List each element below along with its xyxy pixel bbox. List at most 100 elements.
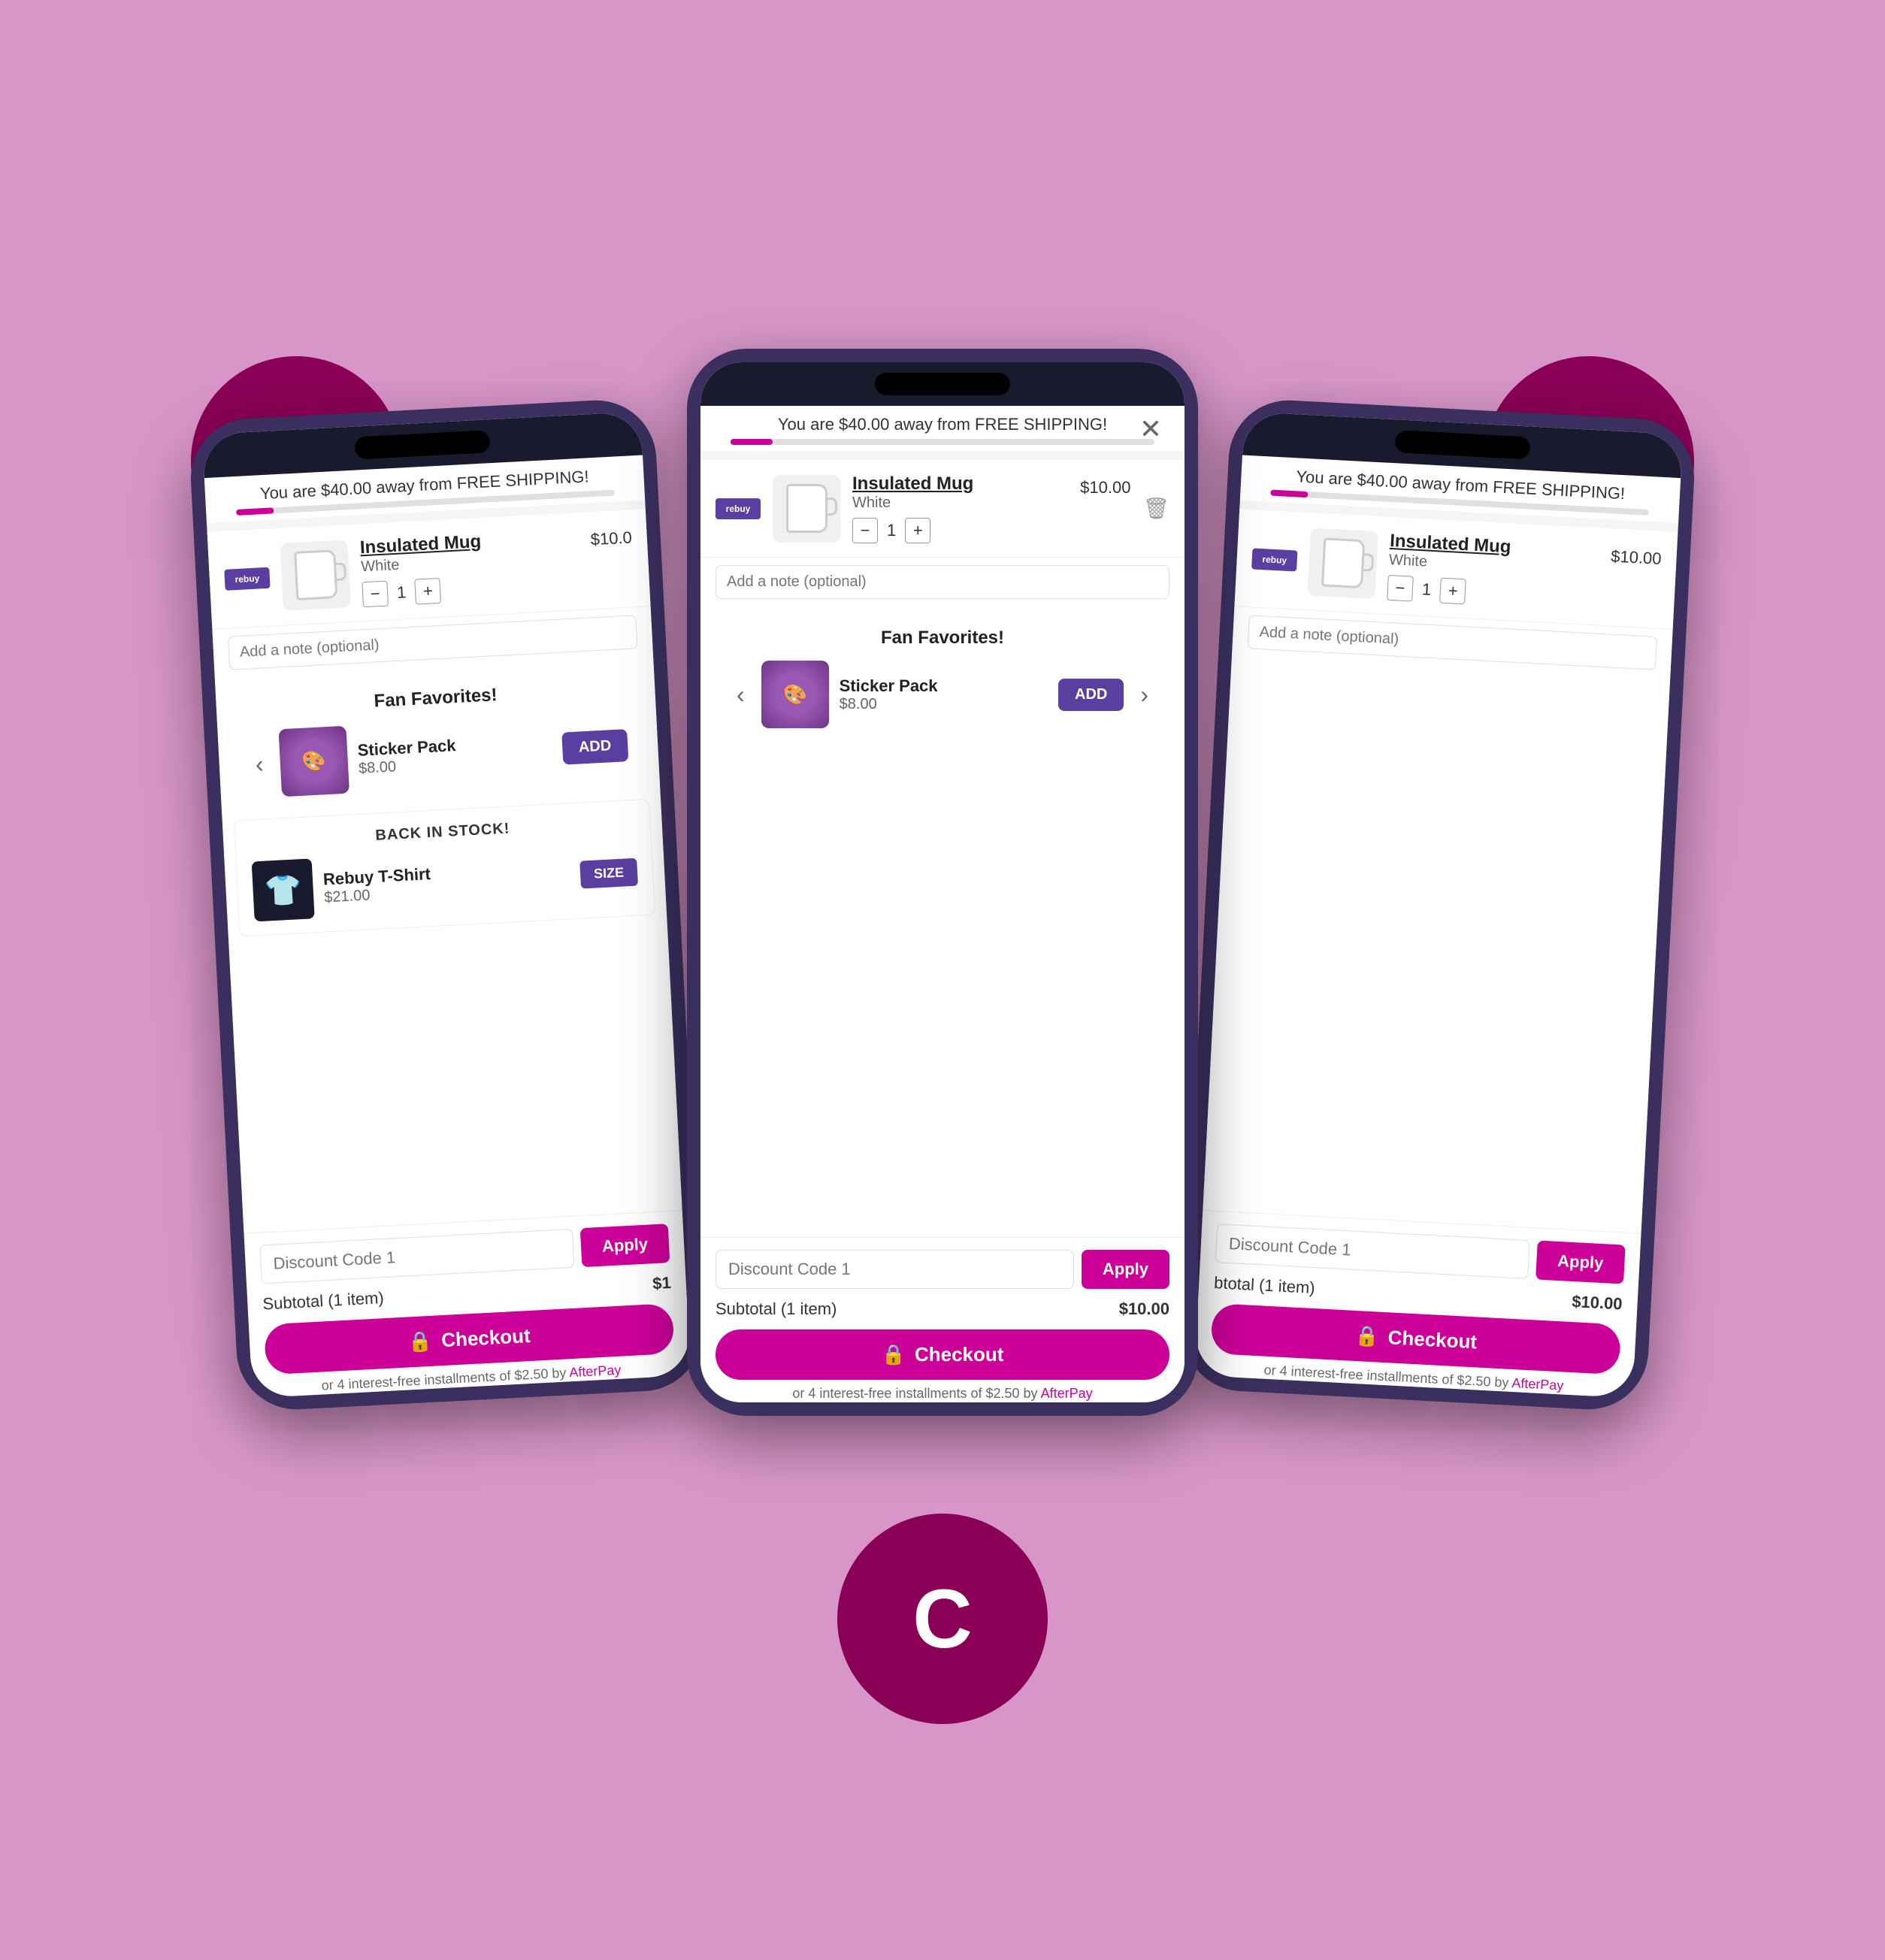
phone-a-apply-btn[interactable]: Apply — [580, 1223, 670, 1267]
phone-a-discount-row: Apply — [259, 1223, 670, 1284]
phone-a-subtotal-value: $1 — [652, 1273, 672, 1293]
phone-a: You are $40.00 away from FREE SHIPPING! … — [188, 398, 705, 1413]
phone-c-discount-input[interactable] — [716, 1250, 1074, 1289]
phone-a-tshirt-info: Rebuy T-Shirt $21.00 — [322, 857, 570, 906]
phone-b-product-info: Insulated Mug White − 1 + — [1387, 531, 1599, 611]
phone-c-close-btn[interactable]: ✕ — [1139, 413, 1162, 445]
phone-c-qty-plus[interactable]: + — [905, 518, 930, 543]
phone-a-tshirt-img: 👕 — [252, 858, 315, 921]
phone-b-screen: You are $40.00 away from FREE SHIPPING! … — [1194, 412, 1683, 1399]
phone-b-mug — [1321, 537, 1364, 588]
phone-c-qty-val: 1 — [887, 521, 896, 540]
phone-c-afterpay-link[interactable]: AfterPay — [1041, 1386, 1093, 1401]
phone-c-note-area — [700, 558, 1185, 606]
phone-c-add-btn[interactable]: ADD — [1058, 679, 1124, 711]
phone-c-product-img — [773, 475, 840, 543]
phone-c-fan-row: ‹ 🎨 Sticker Pack $8.00 ADD › — [716, 661, 1169, 728]
phone-a-prev-arrow[interactable]: ‹ — [249, 750, 271, 779]
phone-a-afterpay-link[interactable]: AfterPay — [569, 1363, 622, 1381]
phone-a-checkout-label: Checkout — [440, 1324, 531, 1352]
phone-b-apply-btn[interactable]: Apply — [1536, 1241, 1626, 1284]
phone-a-screen: You are $40.00 away from FREE SHIPPING! … — [202, 412, 691, 1399]
phone-b-subtotal-label: btotal (1 item) — [1214, 1273, 1316, 1298]
phone-b-qty-row: − 1 + — [1387, 575, 1597, 612]
phone-b-cart-bottom: Apply btotal (1 item) $10.00 🔒 Checkout … — [1194, 1210, 1641, 1398]
phone-c-checkout-label: Checkout — [915, 1343, 1003, 1366]
phone-a-cart-content: rebuy Insulated Mug White − 1 + — [207, 509, 682, 1233]
phone-a-pill — [354, 430, 490, 459]
phone-c-fan-section: Fan Favorites! ‹ 🎨 Sticker Pack $8.00 AD… — [700, 614, 1185, 742]
phone-c-sticker-name: Sticker Pack — [840, 676, 1048, 696]
phone-b-afterpay-link[interactable]: AfterPay — [1511, 1375, 1564, 1393]
phone-c-shipping-text: You are $40.00 away from FREE SHIPPING! — [716, 415, 1169, 434]
phone-a-qty-plus[interactable]: + — [415, 578, 442, 605]
phone-c-next-arrow[interactable]: › — [1134, 681, 1154, 709]
phone-c-sticker-img: 🎨 — [761, 661, 829, 728]
phone-c-sticker-price: $8.00 — [840, 696, 1048, 713]
phone-b-mug-handle — [1363, 553, 1374, 572]
phone-c-mug — [786, 484, 828, 533]
phone-c-fan-title: Fan Favorites! — [716, 628, 1169, 649]
phone-c-lock-icon: 🔒 — [882, 1343, 906, 1366]
phone-c-cart-bottom: Apply Subtotal (1 item) $10.00 🔒 Checkou… — [700, 1237, 1185, 1402]
phone-c-subtotal-row: Subtotal (1 item) $10.00 — [716, 1299, 1169, 1319]
phone-c-cart-content: rebuy Insulated Mug White − 1 + — [700, 460, 1185, 1237]
phone-c: ✕ You are $40.00 away from FREE SHIPPING… — [687, 349, 1198, 1416]
phone-c-product-info: Insulated Mug White − 1 + — [852, 473, 1068, 543]
phone-c-screen: ✕ You are $40.00 away from FREE SHIPPING… — [700, 362, 1185, 1402]
phone-a-subtotal-label: Subtotal (1 item) — [262, 1288, 385, 1314]
phone-a-back-row: 👕 Rebuy T-Shirt $21.00 SIZE — [252, 842, 639, 922]
phone-c-product-variant: White — [852, 495, 1068, 512]
phone-b: You are $40.00 away from FREE SHIPPING! … — [1180, 398, 1697, 1413]
phone-a-size-btn[interactable]: SIZE — [579, 858, 638, 888]
phone-a-discount-input[interactable] — [259, 1229, 574, 1284]
phone-a-add-btn[interactable]: ADD — [561, 729, 628, 765]
phone-b-lock-icon: 🔒 — [1354, 1324, 1380, 1349]
phone-c-mug-handle — [827, 498, 837, 516]
phone-a-lock-icon: 🔒 — [407, 1329, 433, 1354]
phone-b-qty-minus[interactable]: − — [1387, 575, 1414, 602]
phone-c-afterpay: or 4 interest-free installments of $2.50… — [716, 1386, 1169, 1402]
phone-c-subtotal-value: $10.00 — [1119, 1299, 1169, 1319]
phone-c-logo: rebuy — [716, 498, 761, 519]
phone-c-fan-info: Sticker Pack $8.00 — [840, 676, 1048, 713]
phone-c-qty-row: − 1 + — [852, 518, 1068, 543]
phone-b-checkout-label: Checkout — [1387, 1326, 1478, 1354]
phone-c-pill — [875, 373, 1010, 395]
phone-a-logo: rebuy — [224, 567, 270, 590]
phone-b-progress-fill — [1270, 490, 1309, 498]
phone-c-qty-minus[interactable]: − — [852, 518, 878, 543]
phone-c-prev-arrow[interactable]: ‹ — [731, 681, 751, 709]
phone-c-notch — [700, 362, 1185, 406]
phone-a-mug — [294, 549, 337, 600]
phone-a-qty-val: 1 — [397, 582, 407, 603]
phone-a-product-info: Insulated Mug White − 1 + — [359, 526, 581, 607]
phone-a-tshirt-icon: 👕 — [264, 872, 303, 909]
phone-a-price: $10.0 — [590, 523, 633, 549]
phone-b-pill — [1394, 430, 1530, 459]
phone-a-mug-handle — [334, 562, 346, 581]
phone-a-fan-section: Fan Favorites! ‹ 🎨 Sticker Pack $8.00 AD… — [215, 663, 660, 813]
phone-c-trash-icon[interactable]: 🗑 — [1142, 496, 1169, 521]
phone-b-product-img — [1307, 528, 1378, 599]
phone-c-discount-row: Apply — [716, 1250, 1169, 1289]
phone-c-apply-btn[interactable]: Apply — [1082, 1250, 1169, 1289]
phone-a-qty-minus[interactable]: − — [362, 581, 389, 608]
phone-c-subtotal-label: Subtotal (1 item) — [716, 1299, 837, 1319]
phone-a-progress-fill — [236, 507, 274, 516]
label-c: C — [837, 1514, 1048, 1724]
phone-a-sticker-img: 🎨 — [278, 726, 349, 797]
phone-b-discount-row: Apply — [1215, 1223, 1626, 1284]
phone-b-qty-val: 1 — [1421, 579, 1432, 600]
phone-c-shipping-bar: You are $40.00 away from FREE SHIPPING! — [700, 406, 1185, 451]
phone-a-back-stock: BACK IN STOCK! 👕 Rebuy T-Shirt $21.00 SI… — [234, 799, 655, 937]
phone-a-fan-info: Sticker Pack $8.00 — [357, 730, 552, 777]
phone-b-discount-input[interactable] — [1215, 1223, 1530, 1279]
phone-b-qty-plus[interactable]: + — [1439, 578, 1466, 605]
phone-c-checkout-btn[interactable]: 🔒 Checkout — [716, 1329, 1169, 1380]
phone-c-progress-bg — [731, 439, 1154, 445]
phone-b-price: $10.00 — [1611, 542, 1663, 568]
phone-c-product-name: Insulated Mug — [852, 473, 1068, 495]
phone-c-note-input[interactable] — [716, 565, 1169, 599]
phone-c-progress-fill — [731, 439, 773, 445]
